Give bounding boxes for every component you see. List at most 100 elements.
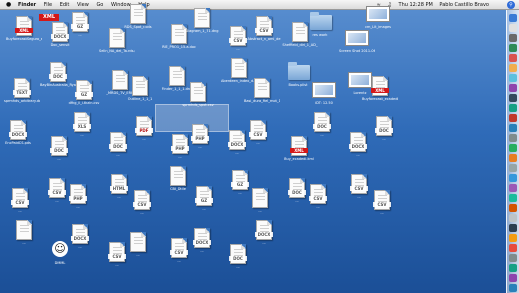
- document-icon[interactable]: XLS: [73, 112, 91, 132]
- desktop-item[interactable]: GZ...: [66, 12, 94, 42]
- document-icon[interactable]: [16, 220, 32, 240]
- dock-app-icon[interactable]: [509, 94, 517, 102]
- document-icon[interactable]: DOC: [109, 132, 127, 152]
- desktop-item[interactable]: DOC...: [308, 112, 336, 142]
- clock[interactable]: Thu 12:28 PM: [399, 2, 433, 8]
- document-icon[interactable]: DOC: [313, 112, 331, 132]
- dock-app-icon[interactable]: [509, 264, 517, 272]
- dock-app-icon[interactable]: [509, 84, 517, 92]
- dock-app-icon[interactable]: [509, 274, 517, 282]
- desktop-item[interactable]: sprmhds_spot.csv: [182, 82, 214, 112]
- desktop-item[interactable]: ...: [10, 220, 38, 250]
- dock-app-icon[interactable]: [509, 44, 517, 52]
- desktop-item[interactable]: DOCX...: [250, 220, 278, 250]
- document-icon[interactable]: [194, 8, 210, 28]
- document-icon[interactable]: CSV: [133, 190, 151, 210]
- document-icon[interactable]: [132, 76, 148, 96]
- dock-app-icon[interactable]: [509, 104, 517, 112]
- desktop-item[interactable]: RDS_Spot_r.ods: [124, 4, 152, 34]
- document-icon[interactable]: [169, 66, 185, 86]
- menu-go[interactable]: Go: [96, 2, 103, 8]
- document-icon[interactable]: TEXT: [13, 78, 31, 98]
- dock-app-icon[interactable]: [509, 284, 517, 292]
- desktop-item[interactable]: CSV...: [368, 190, 396, 220]
- dock-app-icon[interactable]: [509, 224, 517, 232]
- document-icon[interactable]: CSV: [229, 26, 247, 46]
- dock-app-icon[interactable]: [509, 34, 517, 42]
- document-icon[interactable]: CSV: [309, 184, 327, 204]
- menu-edit[interactable]: Edit: [60, 2, 70, 8]
- spotlight-icon[interactable]: ⚲: [507, 1, 515, 9]
- desktop-item[interactable]: DOCX EncPaidCS.pds: [4, 120, 32, 150]
- document-icon[interactable]: DOCX: [349, 132, 367, 152]
- desktop-item[interactable]: Diagram_1_71.dng: [186, 8, 218, 38]
- desktop-item[interactable]: GZ...: [190, 186, 218, 216]
- desktop-item[interactable]: CSV...: [304, 184, 332, 214]
- desktop-item[interactable]: PHP...: [64, 184, 92, 214]
- dock-app-icon[interactable]: [509, 244, 517, 252]
- document-icon[interactable]: GZ: [195, 186, 213, 206]
- document-icon[interactable]: DOCX: [71, 224, 89, 244]
- desktop-item[interactable]: DOCBayBinAustralia_Ryan.doc: [40, 62, 76, 92]
- document-icon[interactable]: XML: [371, 76, 389, 96]
- document-icon[interactable]: DOCX: [9, 120, 27, 140]
- dock-app-icon[interactable]: [509, 154, 517, 162]
- document-icon[interactable]: XML: [15, 16, 33, 36]
- menu-file[interactable]: File: [44, 2, 52, 8]
- image-file-icon[interactable]: [312, 82, 336, 98]
- desktop-item[interactable]: CBI_Dtile: [164, 166, 192, 196]
- document-icon[interactable]: CSV: [170, 238, 188, 258]
- dock-app-icon[interactable]: [509, 134, 517, 142]
- document-icon[interactable]: GZ: [71, 12, 89, 32]
- dock-app-icon[interactable]: [509, 234, 517, 242]
- dock-app-icon[interactable]: [509, 184, 517, 192]
- document-icon[interactable]: PHP: [191, 124, 209, 144]
- menu-finder[interactable]: Finder: [18, 2, 36, 8]
- dock-app-icon[interactable]: [509, 164, 517, 172]
- document-icon[interactable]: CSV: [249, 120, 267, 140]
- apple-menu-icon[interactable]: ●: [6, 0, 11, 9]
- document-icon[interactable]: [231, 58, 247, 78]
- desktop-item[interactable]: ...: [124, 232, 152, 262]
- document-icon[interactable]: GZ: [75, 80, 93, 100]
- document-icon[interactable]: DOC: [49, 62, 67, 82]
- dock-app-icon[interactable]: [509, 144, 517, 152]
- desktop-item[interactable]: Books.plist: [284, 62, 312, 92]
- document-icon[interactable]: GZ: [231, 170, 249, 190]
- document-icon[interactable]: [252, 188, 268, 208]
- folder-icon[interactable]: [288, 62, 310, 80]
- document-icon[interactable]: DOC: [229, 244, 247, 264]
- document-icon[interactable]: [254, 78, 270, 98]
- desktop-item[interactable]: DOCX...: [188, 228, 216, 258]
- desktop-item[interactable]: Outline_1_1_1: [126, 76, 154, 106]
- document-icon[interactable]: [171, 24, 187, 44]
- dock-app-icon[interactable]: [509, 174, 517, 182]
- desktop-item[interactable]: GZ dfhg_ll_i.tkzin.csv: [69, 80, 99, 110]
- desktop-item[interactable]: res work: [306, 12, 334, 42]
- dock-app-icon[interactable]: [509, 204, 517, 212]
- document-icon[interactable]: DOC: [288, 178, 306, 198]
- dock-app-icon[interactable]: [509, 24, 517, 32]
- document-icon[interactable]: DOCX: [228, 130, 246, 150]
- desktop-item[interactable]: PDF...: [130, 116, 158, 146]
- document-icon[interactable]: CSV: [373, 190, 391, 210]
- dock-app-icon[interactable]: [509, 64, 517, 72]
- document-icon[interactable]: [130, 4, 146, 24]
- document-icon[interactable]: [170, 166, 186, 186]
- user-name[interactable]: Pablo Castillo Bravo: [439, 2, 489, 8]
- dock-app-icon[interactable]: [509, 124, 517, 132]
- desktop-item[interactable]: DOCX...: [66, 224, 94, 254]
- desktop-item[interactable]: CSV...: [6, 188, 34, 218]
- desktop-item[interactable]: iDT: 12.50: [310, 80, 338, 110]
- document-icon[interactable]: CSV: [11, 188, 29, 208]
- desktop-item[interactable]: XML Buyforecast_ecadedi.kml: [362, 76, 398, 106]
- document-icon[interactable]: CSV: [350, 174, 368, 194]
- dock-app-icon[interactable]: [509, 254, 517, 262]
- dock-app-icon[interactable]: [509, 14, 517, 22]
- document-icon[interactable]: [130, 232, 146, 252]
- image-file-icon[interactable]: [366, 6, 390, 22]
- document-icon[interactable]: DOC: [375, 116, 393, 136]
- document-icon[interactable]: DOCX: [193, 228, 211, 248]
- document-icon[interactable]: DOCX: [255, 220, 273, 240]
- dock-app-icon[interactable]: [509, 54, 517, 62]
